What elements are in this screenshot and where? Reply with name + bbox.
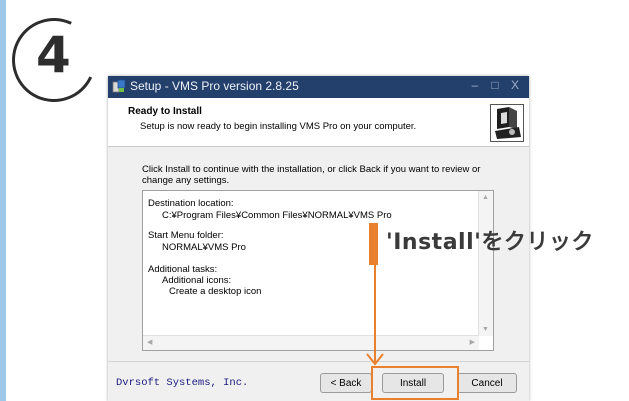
wizard-header: Ready to Install Setup is now ready to b… bbox=[108, 98, 529, 147]
page-subtitle: Setup is now ready to begin installing V… bbox=[140, 121, 417, 132]
setup-app-icon bbox=[112, 79, 126, 93]
instruction-text: Click Install to continue with the insta… bbox=[142, 164, 481, 186]
footer-divider bbox=[108, 361, 529, 362]
destination-value: C:¥Program Files¥Common Files¥NORMAL¥VMS… bbox=[162, 210, 392, 221]
install-summary-box: Destination location: C:¥Program Files¥C… bbox=[142, 190, 494, 351]
tasks-item: Create a desktop icon bbox=[169, 286, 262, 297]
scroll-right-icon[interactable]: ▶ bbox=[470, 338, 475, 346]
back-button[interactable]: < Back bbox=[320, 373, 372, 393]
down-arrow-icon bbox=[366, 262, 384, 366]
title-bar: Setup - VMS Pro version 2.8.25 – □ X bbox=[108, 76, 529, 98]
page-title: Ready to Install bbox=[128, 106, 202, 117]
step-number: 4 bbox=[36, 26, 71, 84]
destination-label: Destination location: bbox=[148, 198, 234, 209]
scroll-up-icon[interactable]: ▲ bbox=[482, 194, 489, 201]
tasks-sub-label: Additional icons: bbox=[162, 275, 232, 286]
tasks-label: Additional tasks: bbox=[148, 264, 218, 275]
left-accent-strip bbox=[0, 0, 6, 401]
brand-text: Dvrsoft Systems, Inc. bbox=[116, 377, 249, 389]
scroll-left-icon[interactable]: ◀ bbox=[147, 338, 152, 346]
installer-logo-icon bbox=[490, 104, 524, 142]
cancel-button[interactable]: Cancel bbox=[457, 373, 517, 393]
callout-marker-bar bbox=[369, 223, 378, 265]
vertical-scrollbar[interactable]: ▲ ▼ bbox=[478, 191, 493, 336]
minimize-button[interactable]: – bbox=[467, 78, 483, 92]
callout-text: 'Install'をクリック bbox=[386, 230, 594, 255]
close-button[interactable]: X bbox=[507, 78, 523, 92]
window-title: Setup - VMS Pro version 2.8.25 bbox=[130, 79, 299, 93]
start-menu-label: Start Menu folder: bbox=[148, 230, 224, 241]
start-menu-value: NORMAL¥VMS Pro bbox=[162, 242, 246, 253]
install-highlight-box bbox=[371, 366, 459, 400]
maximize-button[interactable]: □ bbox=[487, 78, 503, 92]
scroll-down-icon[interactable]: ▼ bbox=[482, 326, 489, 333]
horizontal-scrollbar[interactable]: ◀ ▶ bbox=[143, 335, 479, 350]
